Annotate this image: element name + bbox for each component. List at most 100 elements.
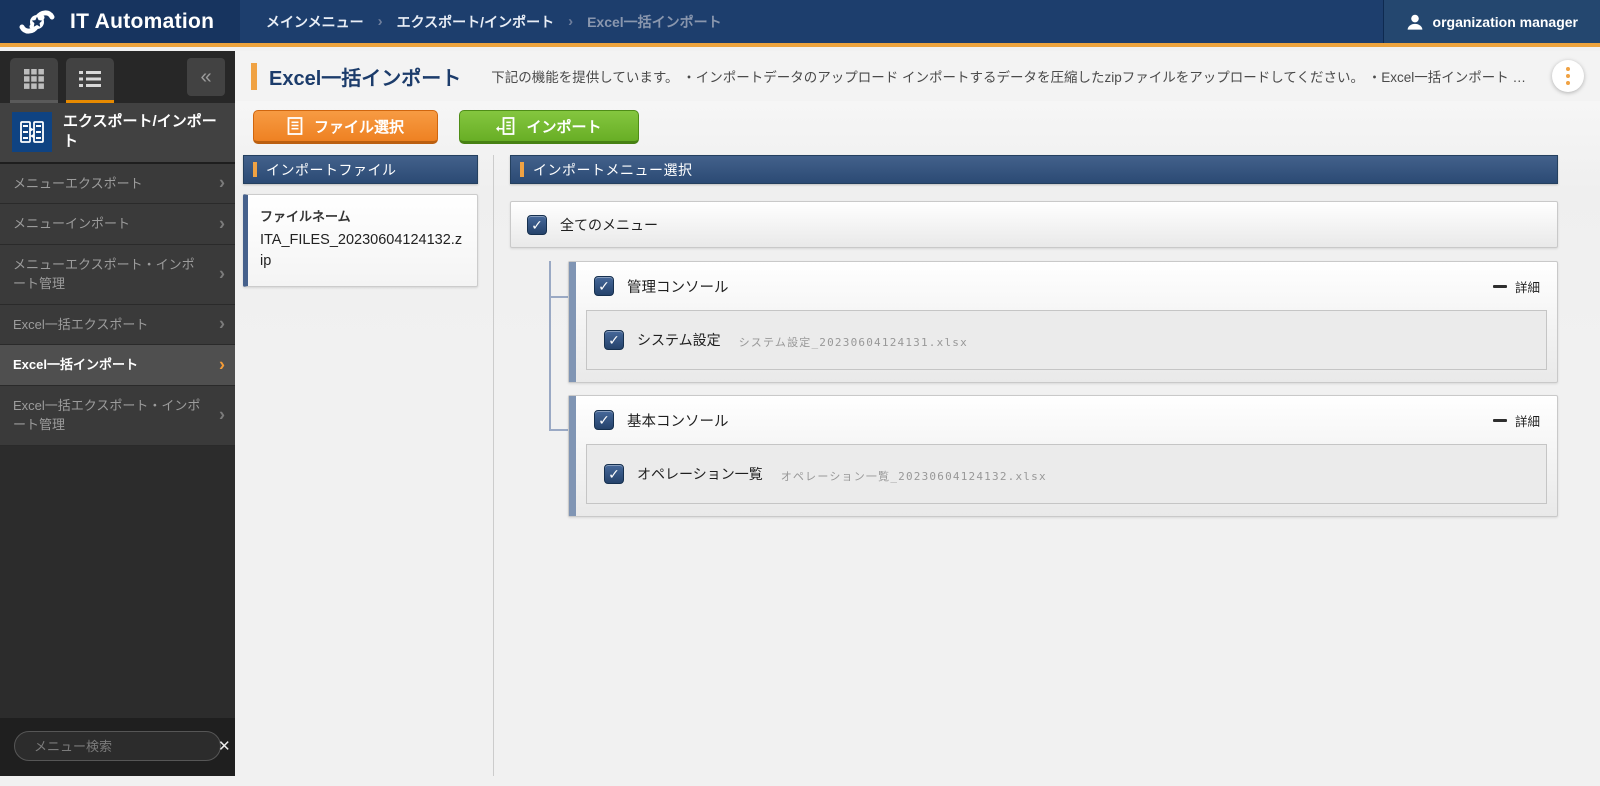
detail-label: 詳細 — [1515, 277, 1540, 296]
breadcrumb-export-import[interactable]: エクスポート/インポート — [397, 12, 554, 32]
menu-select-panel-header: インポートメニュー選択 — [510, 155, 1558, 184]
minus-icon — [1493, 419, 1507, 422]
sidebar-tabs: « — [0, 51, 235, 103]
tree-connector-vertical — [549, 261, 551, 431]
user-menu[interactable]: organization manager — [1383, 0, 1600, 43]
sidebar-item-menu-export[interactable]: メニューエクスポート › — [0, 164, 235, 205]
sidebar-item-menu-export-import-mgmt[interactable]: メニューエクスポート・インポート管理 › — [0, 245, 235, 305]
grid-icon — [23, 68, 45, 90]
group-checkbox[interactable]: ✓ — [594, 276, 614, 296]
user-name: organization manager — [1433, 14, 1578, 30]
menu-item-name[interactable]: オペレーション一覧 — [637, 464, 763, 484]
menu-item-file-name: システム設定_20230604124131.xlsx — [739, 331, 968, 350]
kebab-dot-icon — [1566, 81, 1570, 85]
breadcrumb: メインメニュー › エクスポート/インポート › Excel一括インポート — [240, 0, 1383, 43]
all-menu-card: ✓ 全てのメニュー — [510, 201, 1558, 248]
page-description: 下記の機能を提供しています。 ・インポートデータのアップロード インポートするデ… — [491, 66, 1534, 86]
sidebar-item-label: Excel一括エクスポート — [13, 317, 148, 332]
export-import-icon — [12, 112, 52, 152]
sidebar-item-label: メニューエクスポート・インポート管理 — [13, 257, 195, 292]
menu-item-name[interactable]: システム設定 — [637, 330, 721, 350]
list-icon — [78, 69, 102, 89]
detail-toggle-button[interactable]: 詳細 — [1493, 277, 1540, 296]
all-menu-label[interactable]: 全てのメニュー — [560, 215, 658, 235]
detail-label: 詳細 — [1515, 411, 1540, 430]
page-title: Excel一括インポート — [269, 62, 461, 91]
import-button-label: インポート — [526, 116, 601, 137]
menu-search-input[interactable] — [34, 739, 210, 754]
menu-search-box: ✕ — [14, 731, 221, 761]
tab-menu-grid[interactable] — [10, 58, 58, 103]
menu-item-file-name: オペレーション一覧_20230604124132.xlsx — [781, 465, 1047, 484]
chevron-right-icon: › — [219, 261, 225, 288]
all-menu-checkbox[interactable]: ✓ — [527, 215, 547, 235]
sidebar-item-menu-import[interactable]: メニューインポート › — [0, 204, 235, 245]
panel-accent-bar — [520, 162, 524, 177]
sidebar-group-header: エクスポート/インポート — [0, 103, 235, 164]
import-file-column: インポートファイル ファイルネーム ITA_FILES_202306041241… — [243, 155, 478, 287]
kebab-dot-icon — [1566, 74, 1570, 78]
chevron-right-icon: › — [219, 210, 225, 237]
chevron-right-icon: › — [219, 351, 225, 378]
check-icon: ✓ — [598, 413, 610, 427]
sidebar-group-title: エクスポート/インポート — [63, 112, 223, 153]
tab-menu-list[interactable] — [66, 58, 114, 103]
tree-connector-branch — [549, 296, 568, 298]
group-name[interactable]: 基本コンソール — [627, 410, 729, 431]
menu-select-panel-title: インポートメニュー選択 — [533, 160, 693, 180]
logo-area[interactable]: IT Automation — [0, 0, 240, 43]
sidebar-collapse-button[interactable]: « — [187, 58, 225, 96]
page-title-bar: Excel一括インポート 下記の機能を提供しています。 ・インポートデータのアッ… — [235, 51, 1600, 101]
file-name-label: ファイルネーム — [260, 206, 465, 225]
sidebar-item-label: メニューインポート — [13, 216, 130, 231]
chevron-right-icon: › — [219, 311, 225, 338]
menu-item-checkbox[interactable]: ✓ — [604, 464, 624, 484]
file-name-value: ITA_FILES_20230604124132.zip — [260, 230, 465, 272]
sidebar-spacer — [0, 446, 235, 719]
app-header: IT Automation メインメニュー › エクスポート/インポート › E… — [0, 0, 1600, 47]
exastro-logo-icon — [14, 7, 60, 37]
minus-icon — [1493, 285, 1507, 288]
page-menu-button[interactable] — [1552, 60, 1584, 92]
group-items-panel: ✓ オペレーション一覧 オペレーション一覧_20230604124132.xls… — [586, 444, 1547, 504]
sidebar-menu: メニューエクスポート › メニューインポート › メニューエクスポート・インポー… — [0, 164, 235, 446]
sidebar-item-excel-bulk-export[interactable]: Excel一括エクスポート › — [0, 305, 235, 346]
chevron-right-icon: › — [219, 402, 225, 429]
title-accent-bar — [251, 63, 257, 90]
tree-connector-branch — [549, 429, 568, 431]
chevron-right-icon: › — [219, 170, 225, 197]
menu-select-column: インポートメニュー選択 ✓ 全てのメニュー ✓ 管理コンソール — [510, 155, 1558, 517]
sidebar-item-label: Excel一括インポート — [13, 357, 138, 372]
file-icon — [287, 117, 303, 135]
check-icon: ✓ — [531, 218, 543, 232]
search-clear-icon[interactable]: ✕ — [218, 739, 231, 754]
group-items-panel: ✓ システム設定 システム設定_20230604124131.xlsx — [586, 310, 1547, 370]
column-divider — [493, 155, 494, 776]
file-select-button[interactable]: ファイル選択 — [253, 110, 438, 144]
breadcrumb-separator-icon: › — [378, 13, 383, 30]
group-card-basic-console: ✓ 基本コンソール 詳細 ✓ オペレーション一覧 オペレーション一覧_20230… — [568, 395, 1558, 517]
check-icon: ✓ — [608, 333, 620, 347]
collapse-icon: « — [200, 67, 211, 87]
import-file-card: ファイルネーム ITA_FILES_20230604124132.zip — [243, 194, 478, 287]
group-header: ✓ 管理コンソール 詳細 — [569, 262, 1557, 310]
group-card-admin-console: ✓ 管理コンソール 詳細 ✓ システム設定 システム設定_20230604124… — [568, 261, 1558, 383]
sidebar-item-excel-bulk-export-import-mgmt[interactable]: Excel一括エクスポート・インポート管理 › — [0, 386, 235, 446]
app-title: IT Automation — [70, 10, 214, 34]
check-icon: ✓ — [608, 467, 620, 481]
import-button[interactable]: インポート — [459, 110, 639, 144]
main-content: Excel一括インポート 下記の機能を提供しています。 ・インポートデータのアッ… — [235, 51, 1600, 776]
kebab-dot-icon — [1566, 67, 1570, 71]
panel-accent-bar — [253, 162, 257, 177]
group-checkbox[interactable]: ✓ — [594, 410, 614, 430]
sidebar-item-label: メニューエクスポート — [13, 176, 143, 191]
import-file-panel-header: インポートファイル — [243, 155, 478, 184]
group-name[interactable]: 管理コンソール — [627, 276, 729, 297]
menu-item-checkbox[interactable]: ✓ — [604, 330, 624, 350]
breadcrumb-separator-icon: › — [568, 13, 573, 30]
import-file-panel-title: インポートファイル — [266, 160, 397, 180]
breadcrumb-current-page: Excel一括インポート — [587, 12, 722, 32]
detail-toggle-button[interactable]: 詳細 — [1493, 411, 1540, 430]
sidebar-item-excel-bulk-import[interactable]: Excel一括インポート › — [0, 345, 235, 386]
breadcrumb-main-menu[interactable]: メインメニュー — [266, 12, 364, 32]
